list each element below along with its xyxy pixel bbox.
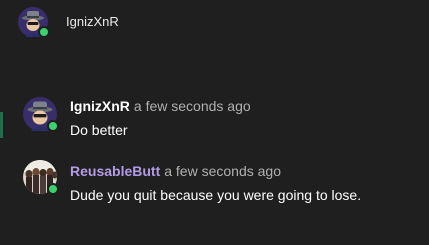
online-status-dot xyxy=(47,120,59,132)
message-header: ReusableButt a few seconds ago xyxy=(70,163,281,179)
message-header: IgnizXnR a few seconds ago xyxy=(70,98,251,114)
message-avatar[interactable] xyxy=(23,97,59,132)
header-avatar[interactable] xyxy=(18,7,50,38)
header-username: IgnizXnR xyxy=(66,14,119,29)
message-avatar[interactable] xyxy=(23,160,59,195)
message-text: Do better xyxy=(70,122,128,138)
message-highlight-stripe xyxy=(0,112,3,138)
message-author[interactable]: ReusableButt xyxy=(70,163,160,179)
message-timestamp: a few seconds ago xyxy=(164,163,281,179)
message-author[interactable]: IgnizXnR xyxy=(70,98,130,114)
online-status-dot xyxy=(47,183,59,195)
message-text: Dude you quit because you were going to … xyxy=(70,187,362,203)
online-status-dot xyxy=(38,26,50,38)
message-timestamp: a few seconds ago xyxy=(133,98,251,114)
